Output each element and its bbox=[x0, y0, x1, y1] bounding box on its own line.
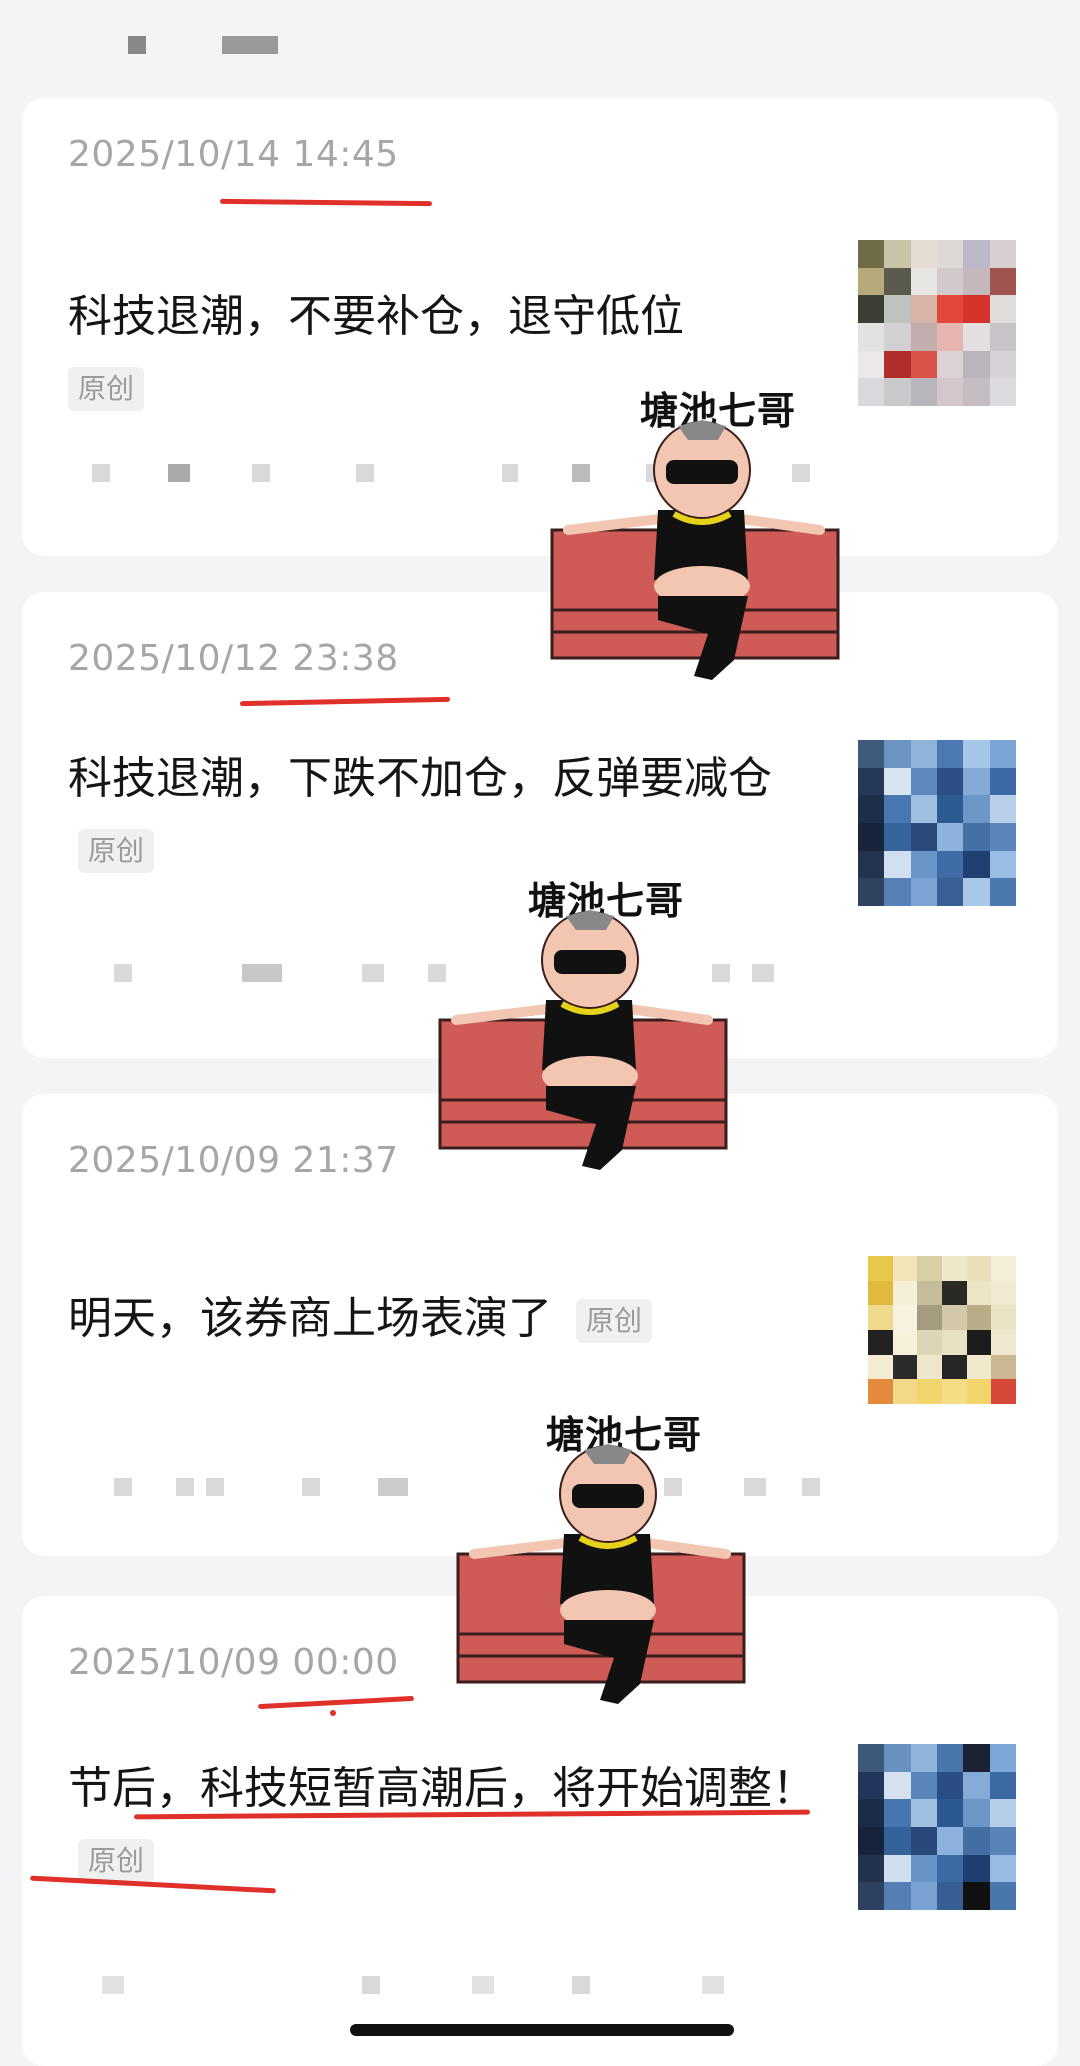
article-date: 2025/10/09 21:37 bbox=[68, 1140, 399, 1181]
article-date: 2025/10/14 14:45 bbox=[68, 134, 399, 175]
cartoon-man-on-sofa-icon bbox=[550, 420, 840, 680]
blurred-text bbox=[128, 36, 146, 54]
original-tag: 原创 bbox=[78, 829, 155, 873]
original-tag: 原创 bbox=[78, 1839, 155, 1883]
original-tag: 原创 bbox=[576, 1299, 653, 1343]
article-thumbnail[interactable] bbox=[858, 1744, 1016, 1910]
sticker-overlay: 塘池七哥 bbox=[454, 1404, 750, 1704]
sticker-overlay: 塘池七哥 bbox=[548, 380, 844, 680]
annotation-dot bbox=[330, 1710, 336, 1716]
cartoon-man-on-sofa-icon bbox=[438, 910, 728, 1170]
article-thumbnail[interactable] bbox=[868, 1256, 1016, 1404]
article-thumbnail[interactable] bbox=[858, 240, 1016, 406]
top-bar bbox=[0, 0, 1080, 95]
article-title-text: 明天，该券商上场表演了 bbox=[68, 1293, 552, 1344]
article-thumbnail[interactable] bbox=[858, 740, 1016, 906]
cartoon-man-on-sofa-icon bbox=[456, 1444, 746, 1704]
original-tag: 原创 bbox=[68, 367, 145, 411]
article-date: 2025/10/09 00:00 bbox=[68, 1642, 399, 1683]
sticker-overlay: 塘池七哥 bbox=[436, 870, 732, 1170]
article-date: 2025/10/12 23:38 bbox=[68, 638, 399, 679]
article-title-text: 科技退潮，不要补仓，退守低位 bbox=[68, 291, 684, 342]
article-title[interactable]: 节后，科技短暂高潮后，将开始调整！ 原创 bbox=[68, 1754, 828, 1894]
article-title[interactable]: 明天，该券商上场表演了 原创 bbox=[68, 1284, 828, 1354]
home-indicator[interactable] bbox=[350, 2024, 734, 2036]
article-card[interactable]: 2025/10/14 14:45 科技退潮，不要补仓，退守低位 原创 bbox=[22, 98, 1058, 556]
article-title-text: 科技退潮，下跌不加仓，反弹要减仓 bbox=[68, 753, 772, 804]
article-title-text: 节后，科技短暂高潮后，将开始调整！ bbox=[68, 1763, 816, 1814]
article-title[interactable]: 科技退潮，下跌不加仓，反弹要减仓 原创 bbox=[68, 744, 828, 884]
blurred-text bbox=[222, 36, 278, 54]
